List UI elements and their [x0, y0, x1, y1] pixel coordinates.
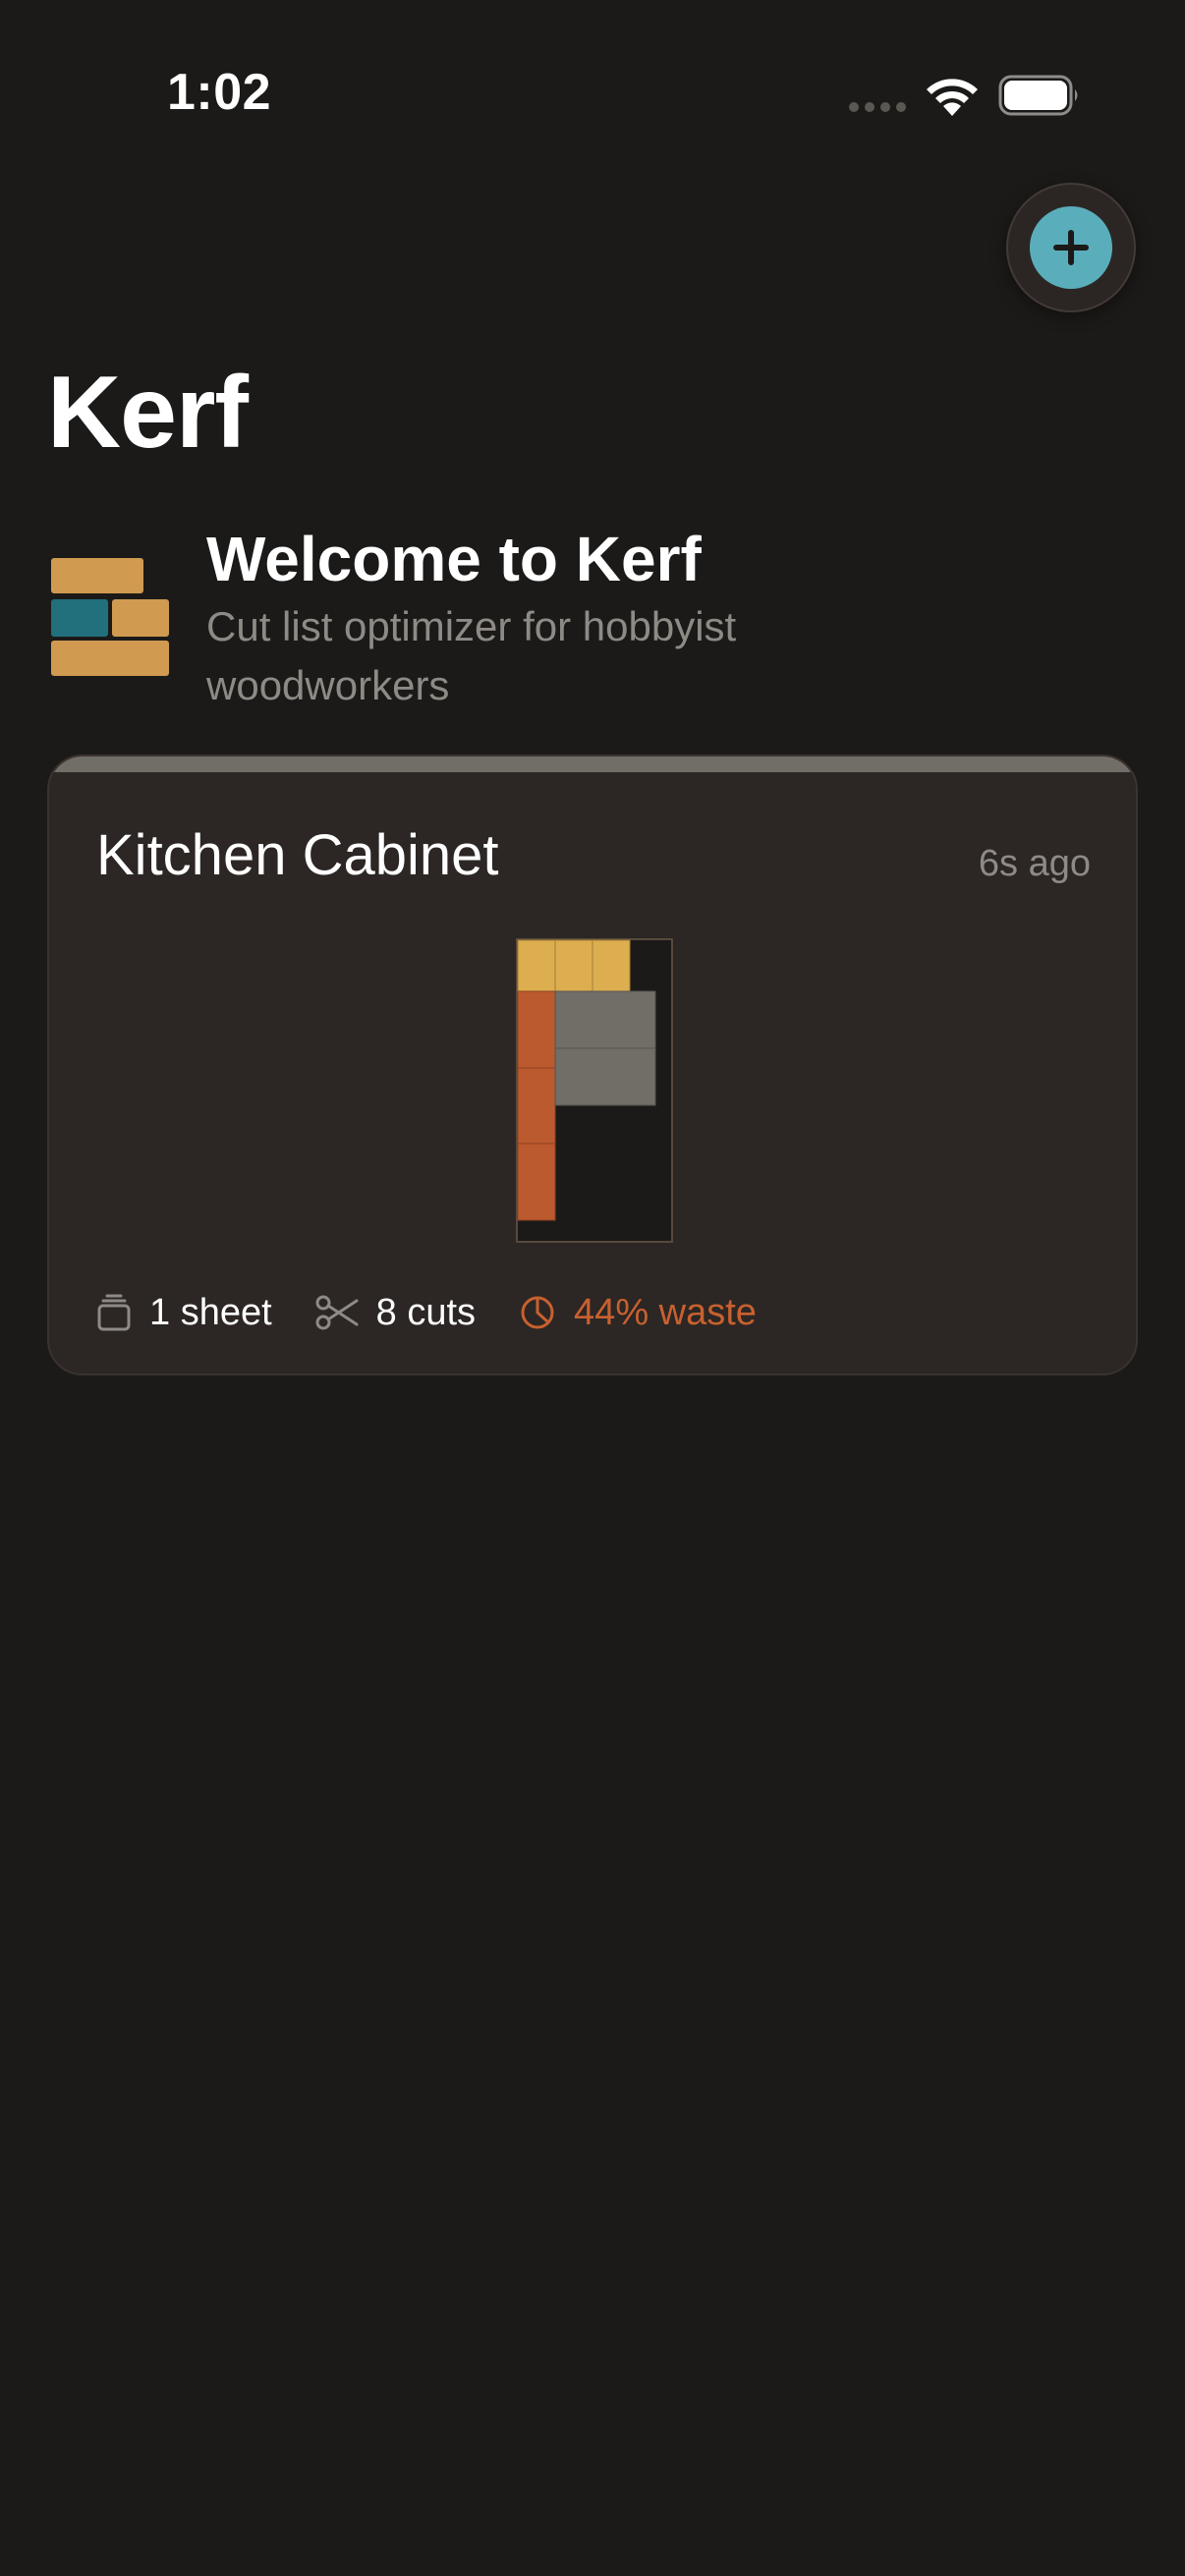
pie-chart-icon [521, 1296, 554, 1329]
cut-count-stat: 8 cuts [315, 1292, 476, 1334]
waste-percent: 44% waste [574, 1291, 757, 1333]
waste-stat: 44% waste [519, 1292, 757, 1334]
add-project-button[interactable] [1006, 183, 1136, 312]
wifi-icon [927, 79, 978, 116]
cut-count: 8 cuts [375, 1291, 477, 1333]
battery-icon [998, 75, 1078, 116]
project-stats: 1 sheet 8 cuts 44% waste [96, 1287, 757, 1338]
project-updated-time: 6s ago [978, 843, 1091, 884]
scissors-icon [315, 1295, 359, 1330]
stacked-boards-logo [51, 558, 169, 676]
page-title: Kerf [47, 356, 249, 470]
part-piece [517, 1143, 556, 1221]
card-accent-bar [49, 756, 1136, 772]
part-piece [517, 990, 556, 1069]
project-title: Kitchen Cabinet [96, 823, 499, 887]
plus-icon [1030, 206, 1112, 289]
part-piece [554, 1047, 656, 1106]
part-piece [554, 939, 593, 992]
welcome-heading: Welcome to Kerf [206, 524, 702, 594]
status-time: 1:02 [167, 64, 272, 121]
status-bar: 1:02 [0, 0, 1185, 187]
part-piece [517, 1067, 556, 1145]
sheet-layout-preview [516, 938, 673, 1243]
part-piece [592, 939, 631, 992]
sheet-count-stat: 1 sheet [96, 1292, 272, 1334]
sheet-count: 1 sheet [149, 1291, 272, 1333]
cellular-signal-icon [849, 102, 906, 112]
welcome-subtitle: Cut list optimizer for hobbyist woodwork… [206, 603, 737, 708]
part-piece [517, 939, 556, 992]
stack-icon [97, 1294, 131, 1331]
part-piece [554, 990, 656, 1049]
project-card[interactable]: Kitchen Cabinet 6s ago 1 sheet 8 cuts 44… [47, 755, 1138, 1375]
